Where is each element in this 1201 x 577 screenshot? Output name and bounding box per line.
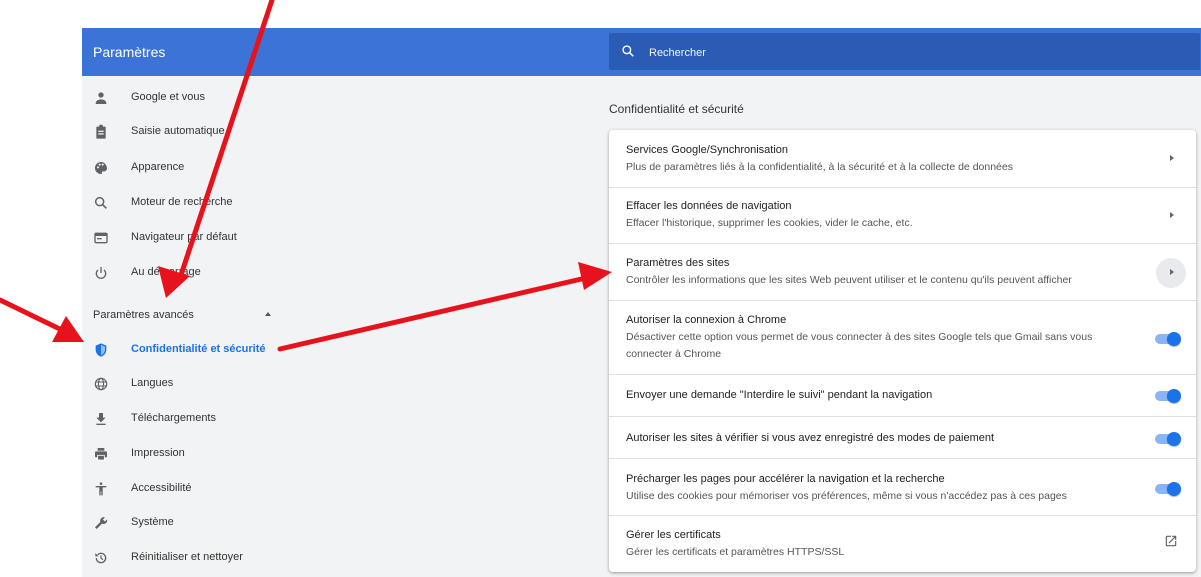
sidebar-item-telechargements[interactable]: Téléchargements xyxy=(82,404,282,434)
sidebar-item-label: Langues xyxy=(131,377,174,389)
row-title: Paramètres des sites xyxy=(626,257,730,269)
sidebar-item-label: Au démarrage xyxy=(131,266,201,278)
privacy-settings-card: Services Google/Synchronisation Plus de … xyxy=(609,130,1196,572)
sidebar-item-label: Système xyxy=(131,516,174,528)
palette-icon xyxy=(95,162,107,174)
sidebar: Google et vous Saisie automatique Appare… xyxy=(82,76,282,577)
search-box[interactable] xyxy=(609,33,1200,70)
chevron-right-icon[interactable] xyxy=(1170,212,1174,218)
settings-row-manage-certificates[interactable]: Gérer les certificats Gérer les certific… xyxy=(609,515,1196,572)
sidebar-item-apparence[interactable]: Apparence xyxy=(82,153,282,183)
do-not-track-toggle[interactable] xyxy=(1153,388,1181,404)
row-title: Services Google/Synchronisation xyxy=(626,144,789,156)
sidebar-item-label: Google et vous xyxy=(131,91,205,103)
restore-icon xyxy=(95,552,107,564)
settings-row-allow-chrome-sign-in[interactable]: Autoriser la connexion à Chrome Désactiv… xyxy=(609,300,1196,375)
external-link-icon[interactable] xyxy=(1164,534,1178,548)
browser-icon xyxy=(94,232,108,244)
settings-row-site-settings[interactable]: Paramètres des sites Contrôler les infor… xyxy=(609,243,1196,301)
caret-up-icon[interactable] xyxy=(265,312,271,316)
sidebar-item-label: Apparence xyxy=(131,161,185,173)
row-subtitle: Désactiver cette option vous permet de v… xyxy=(626,331,1093,360)
sidebar-item-systeme[interactable]: Système xyxy=(82,508,282,538)
settings-row-preload-pages[interactable]: Précharger les pages pour accélérer la n… xyxy=(609,458,1196,516)
row-subtitle: Contrôler les informations que les sites… xyxy=(626,274,1072,286)
row-title: Autoriser les sites à vérifier si vous a… xyxy=(626,432,995,444)
row-subtitle: Gérer les certificats et paramètres HTTP… xyxy=(626,546,845,558)
advanced-settings-toggle[interactable]: Paramètres avancés xyxy=(93,309,194,321)
preload-pages-toggle[interactable] xyxy=(1153,481,1181,497)
page-title: Paramètres xyxy=(93,44,166,60)
sidebar-item-label: Saisie automatique xyxy=(131,125,225,137)
chrome-sign-in-toggle[interactable] xyxy=(1153,331,1181,347)
sidebar-item-label: Confidentialité et sécurité xyxy=(131,343,266,355)
wrench-icon xyxy=(95,517,108,529)
search-icon xyxy=(622,45,634,57)
row-title: Gérer les certificats xyxy=(626,529,721,541)
row-title: Autoriser la connexion à Chrome xyxy=(626,314,787,326)
chevron-hover-button[interactable] xyxy=(1156,258,1186,288)
search-icon xyxy=(94,196,107,209)
sidebar-item-langues[interactable]: Langues xyxy=(82,369,282,399)
row-subtitle: Utilise des cookies pour mémoriser vos p… xyxy=(626,490,1067,502)
row-title: Envoyer une demande "Interdire le suivi"… xyxy=(626,389,933,401)
sidebar-item-label: Impression xyxy=(131,447,185,459)
chevron-right-icon xyxy=(1170,269,1174,275)
sidebar-item-confidentialite-et-securite[interactable]: Confidentialité et sécurité xyxy=(82,335,282,365)
annotation-arrow-left xyxy=(0,297,84,342)
sidebar-item-label: Téléchargements xyxy=(131,412,216,424)
sidebar-item-label: Réinitialiser et nettoyer xyxy=(131,551,243,563)
settings-row-clear-browsing-data[interactable]: Effacer les données de navigation Efface… xyxy=(609,187,1196,244)
header-bar: Paramètres xyxy=(82,28,1201,76)
sidebar-item-label: Accessibilité xyxy=(131,482,192,494)
sidebar-item-accessibilite[interactable]: Accessibilité xyxy=(82,474,282,504)
row-title: Précharger les pages pour accélérer la n… xyxy=(626,473,945,485)
globe-icon xyxy=(94,377,108,391)
row-subtitle: Plus de paramètres liés à la confidentia… xyxy=(626,161,1013,173)
chevron-right-icon[interactable] xyxy=(1170,155,1174,161)
row-title: Effacer les données de navigation xyxy=(626,200,792,212)
sidebar-item-impression[interactable]: Impression xyxy=(82,439,282,469)
sidebar-item-moteur-de-recherche[interactable]: Moteur de recherche xyxy=(82,188,282,218)
sidebar-item-navigateur-par-defaut[interactable]: Navigateur par défaut xyxy=(82,223,282,253)
settings-row-payment-methods[interactable]: Autoriser les sites à vérifier si vous a… xyxy=(609,416,1196,459)
printer-icon xyxy=(95,448,107,461)
sidebar-item-reinitialiser-et-nettoyer[interactable]: Réinitialiser et nettoyer xyxy=(82,543,282,573)
sidebar-item-google-et-vous[interactable]: Google et vous xyxy=(82,83,282,113)
row-subtitle: Effacer l'historique, supprimer les cook… xyxy=(626,217,913,229)
sidebar-item-au-demarrage[interactable]: Au démarrage xyxy=(82,258,282,288)
accessibility-icon xyxy=(95,482,107,496)
settings-row-do-not-track[interactable]: Envoyer une demande "Interdire le suivi"… xyxy=(609,374,1196,417)
download-icon xyxy=(96,413,106,425)
shield-icon xyxy=(95,343,107,357)
search-input[interactable] xyxy=(647,42,1151,64)
sidebar-item-label: Moteur de recherche xyxy=(131,196,233,208)
sidebar-item-label: Navigateur par défaut xyxy=(131,231,237,243)
settings-row-google-services[interactable]: Services Google/Synchronisation Plus de … xyxy=(609,130,1196,187)
power-icon xyxy=(95,267,107,279)
sidebar-item-saisie-automatique[interactable]: Saisie automatique xyxy=(82,117,282,147)
section-title: Confidentialité et sécurité xyxy=(609,102,744,116)
payment-methods-toggle[interactable] xyxy=(1153,431,1181,447)
person-icon xyxy=(95,92,107,104)
clipboard-icon xyxy=(96,124,106,139)
